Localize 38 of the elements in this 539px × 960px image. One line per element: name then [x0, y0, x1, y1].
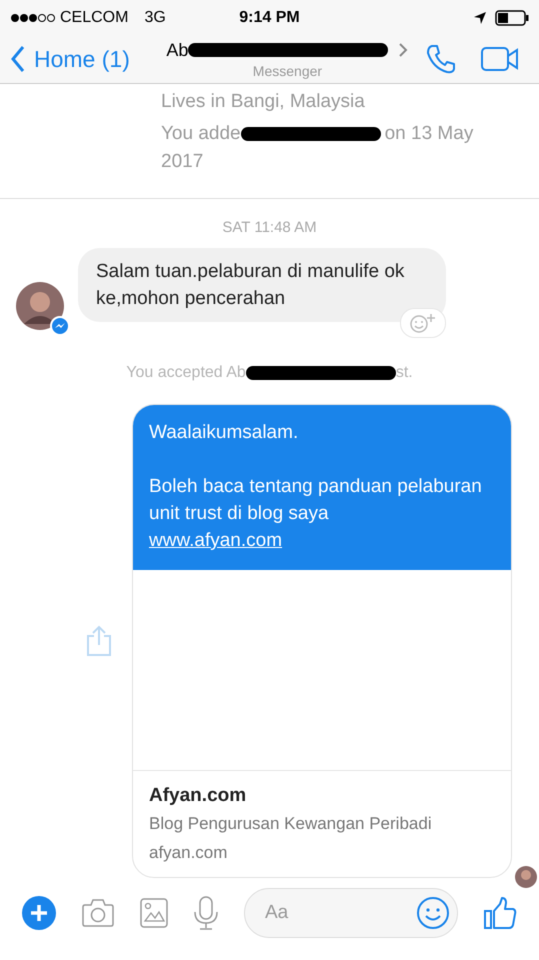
battery-icon	[495, 10, 529, 26]
network-type: 3G	[144, 9, 166, 27]
link-preview-description: Blog Pengurusan Kewangan Peribadi	[149, 812, 433, 835]
link-preview-domain: afyan.com	[149, 842, 228, 864]
image-icon[interactable]	[140, 898, 168, 928]
messenger-badge-icon	[50, 316, 70, 336]
notice-text: You accepted Ab	[126, 364, 246, 381]
chevron-right-icon	[398, 42, 408, 58]
carrier-name: CELCOM	[60, 9, 128, 27]
plus-icon[interactable]	[22, 896, 56, 930]
back-button[interactable]: Home (1)	[10, 45, 130, 74]
read-receipt-avatar-icon	[515, 866, 537, 888]
link-message-card[interactable]: Waalaikumsalam. Boleh baca tentang panduan pelaburan unit trust di blog saya www.afyan.com Afyan.com Blog Pengurusan Kewangan Peribadi afyan.com	[132, 404, 512, 878]
avatar-icon	[16, 282, 64, 330]
message-timestamp: SAT 11:48 AM	[221, 218, 318, 236]
video-camera-icon[interactable]	[481, 46, 519, 72]
add-reaction-icon[interactable]	[400, 308, 446, 338]
phone-icon[interactable]	[425, 43, 457, 76]
profile-location: Lives in Bangi, Malaysia	[161, 90, 366, 114]
microphone-icon[interactable]	[193, 896, 219, 930]
message-field[interactable]: Aa	[244, 888, 458, 938]
location-arrow-icon	[473, 11, 487, 25]
profile-added-date: on 13 May	[384, 122, 474, 146]
notice-text: st.	[396, 364, 413, 381]
clock-time: 9:14 PM	[239, 9, 300, 27]
link-preview-title: Afyan.com	[149, 784, 248, 808]
signal-icon	[10, 13, 56, 23]
emoji-icon[interactable]	[416, 896, 450, 930]
contact-name[interactable]: Ab	[166, 40, 188, 61]
chevron-left-icon	[10, 45, 26, 74]
profile-added-text: You adde	[161, 122, 241, 146]
thumbs-up-icon[interactable]	[483, 896, 517, 930]
message-bubble: Salam tuan.pelaburan di manulife ok ke,mohon pencerahan	[78, 248, 446, 322]
profile-added-year: 2017	[161, 150, 204, 172]
message-link[interactable]: www.afyan.com	[149, 526, 495, 554]
message-text: Waalaikumsalam.	[149, 420, 300, 445]
contact-subtitle: Messenger	[252, 62, 322, 79]
camera-icon[interactable]	[81, 898, 115, 928]
